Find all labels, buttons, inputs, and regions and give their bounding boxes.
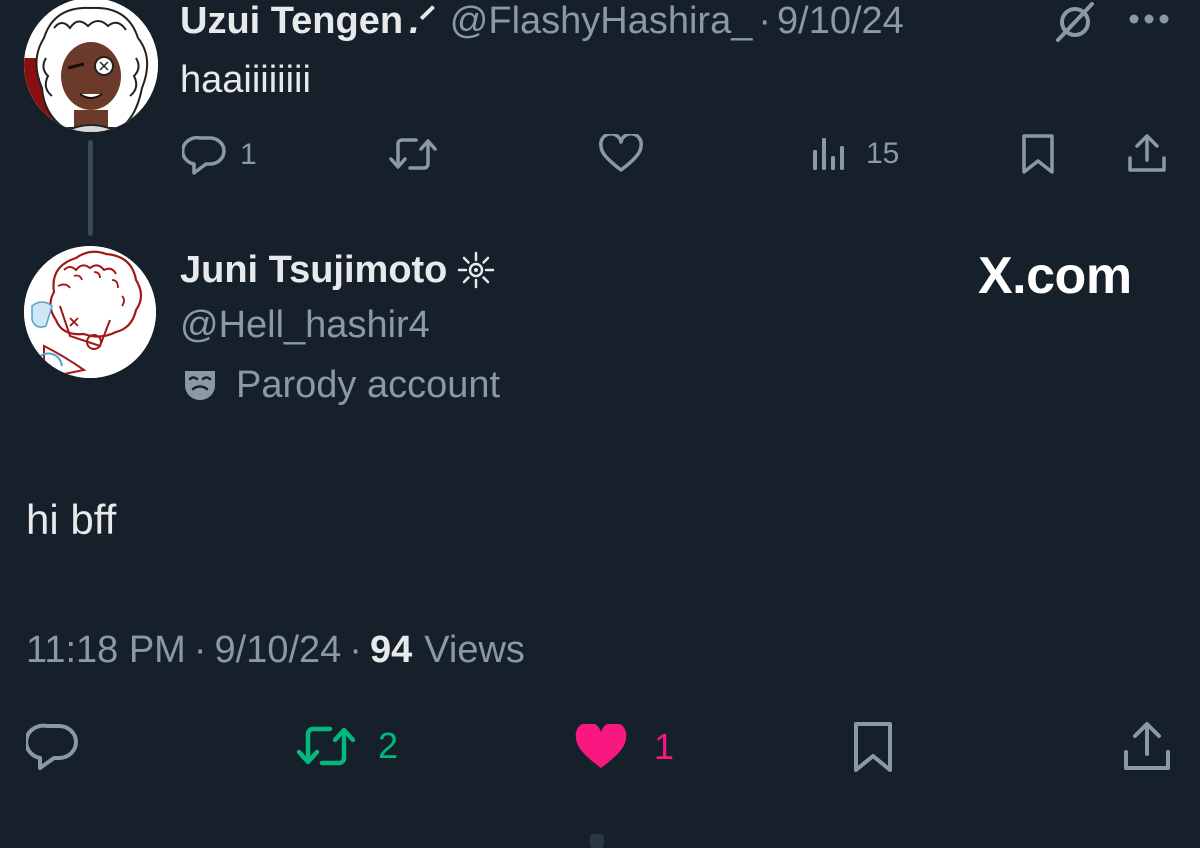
main-reply-button[interactable] — [26, 722, 80, 772]
share-icon — [1128, 134, 1166, 172]
like-icon — [575, 724, 627, 768]
cropped-element-fragment — [590, 834, 604, 848]
more-icon[interactable] — [1128, 12, 1170, 26]
parent-bookmark-button[interactable] — [1020, 132, 1056, 176]
views-icon — [813, 138, 844, 170]
parody-label-row: Parody account — [182, 362, 500, 408]
like-icon — [599, 134, 643, 172]
retweet-count: 2 — [378, 725, 399, 766]
tweet-meta-row: 11:18 PM · 9/10/24 · 94 Views — [26, 626, 525, 674]
parent-handle[interactable]: @FlashyHashira_ — [450, 0, 753, 42]
main-share-button[interactable] — [1122, 720, 1172, 772]
reply-icon — [26, 723, 78, 770]
thread-connector-line — [88, 140, 93, 236]
parent-reply-button[interactable]: 1 — [182, 134, 257, 176]
retweet-icon — [389, 138, 437, 170]
bookmark-icon — [854, 722, 892, 772]
views-count: 94 — [369, 629, 413, 671]
parent-avatar-image — [24, 0, 158, 132]
main-tweet-text: hi bff — [26, 496, 117, 543]
reply-icon — [182, 135, 226, 175]
parody-account-label: Parody account — [236, 363, 501, 406]
parent-date[interactable]: 9/10/24 — [777, 0, 904, 42]
main-name-row: Juni Tsujimoto — [180, 246, 495, 294]
sun-verified-icon — [458, 251, 495, 289]
views-label: Views — [424, 629, 525, 671]
parent-retweet-button[interactable] — [388, 136, 438, 172]
parent-reply-count: 1 — [240, 138, 257, 171]
main-like-button[interactable]: 1 — [574, 724, 674, 770]
meta-separator: · — [193, 629, 207, 671]
parody-mask-icon — [185, 371, 215, 400]
main-avatar[interactable] — [24, 246, 156, 378]
main-display-name[interactable]: Juni Tsujimoto — [180, 249, 447, 292]
share-icon — [1124, 722, 1170, 770]
parent-display-name[interactable]: Uzui Tengen — [180, 0, 403, 42]
tweet-date[interactable]: 9/10/24 — [215, 626, 342, 674]
grok-icon[interactable] — [1052, 2, 1098, 42]
parent-views-button[interactable]: 15 — [810, 134, 899, 174]
x-com-watermark: X.com — [978, 247, 1132, 305]
parent-views-count: 15 — [866, 137, 900, 170]
like-count: 1 — [654, 726, 675, 767]
main-bookmark-button[interactable] — [852, 720, 894, 774]
parent-tweet-header: Uzui Tengen .ᐟ @FlashyHashira_ · 9/10/24 — [180, 0, 904, 42]
parent-separator: · — [758, 0, 772, 42]
retweet-icon — [296, 726, 356, 766]
tweet-time[interactable]: 11:18 PM — [26, 626, 186, 674]
parent-like-button[interactable] — [598, 134, 644, 174]
parent-share-button[interactable] — [1126, 132, 1168, 174]
main-retweet-button[interactable]: 2 — [296, 724, 398, 768]
bookmark-icon — [1022, 134, 1054, 174]
parent-avatar[interactable] — [24, 0, 158, 132]
meta-separator-2: · — [349, 629, 362, 671]
tweet-thread: Uzui Tengen .ᐟ @FlashyHashira_ · 9/10/24… — [0, 0, 1200, 848]
parent-tweet-text: haaiiiiiiii — [180, 59, 311, 101]
main-handle[interactable]: @Hell_hashir4 — [180, 302, 430, 348]
main-avatar-image — [24, 246, 156, 378]
parent-name-decoration: .ᐟ — [409, 0, 436, 42]
